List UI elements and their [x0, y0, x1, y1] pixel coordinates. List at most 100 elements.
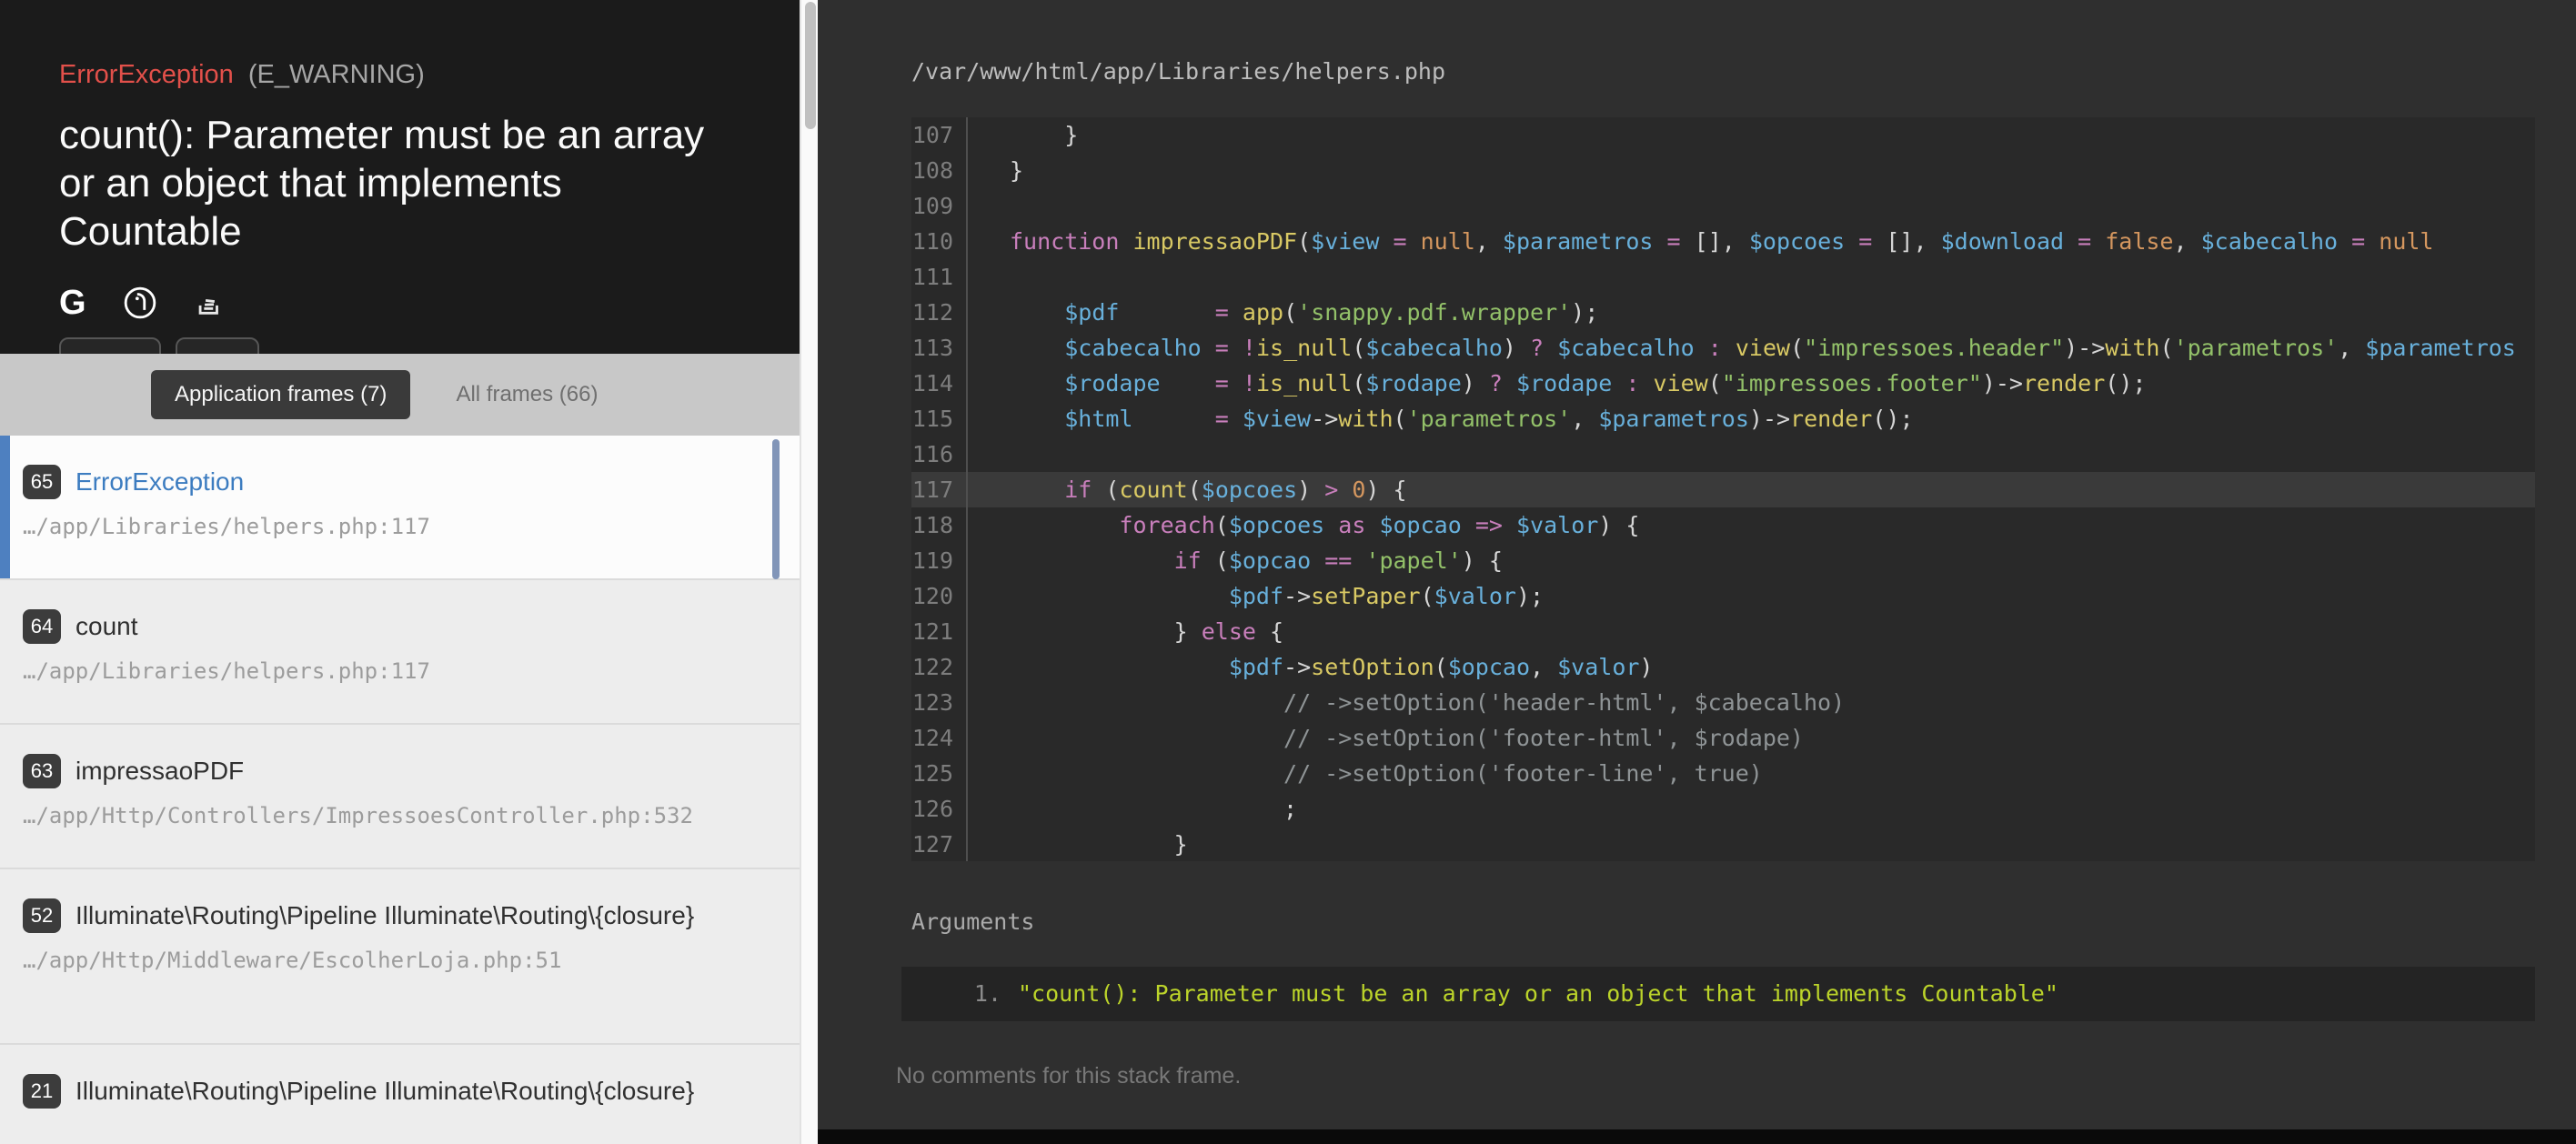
line-number: 115 [911, 401, 968, 437]
frame-path: …/app/Http/Middleware/EscolherLoja.php:5… [23, 948, 763, 973]
frames-tabbar: Application frames (7) All frames (66) [0, 354, 800, 436]
frame-index-badge: 64 [23, 609, 61, 644]
tab-application-frames[interactable]: Application frames (7) [151, 370, 410, 419]
line-number: 120 [911, 578, 968, 614]
next-section-strip [818, 1129, 2576, 1144]
code-line: 121 } else { [911, 614, 2535, 649]
code-text [968, 259, 1010, 295]
exception-label: ErrorException (E_WARNING) [59, 60, 740, 89]
frame-title: count [75, 609, 138, 643]
line-number: 107 [911, 117, 968, 153]
code-line: 123 // ->setOption('header-html', $cabec… [911, 685, 2535, 720]
line-number: 113 [911, 330, 968, 366]
code-line: 125 // ->setOption('footer-line', true) [911, 756, 2535, 791]
frame-item-21[interactable]: 21 Illuminate\Routing\Pipeline Illuminat… [0, 1045, 800, 1144]
line-number: 126 [911, 791, 968, 827]
line-number: 112 [911, 295, 968, 330]
code-text: $pdf->setPaper($valor); [968, 578, 1544, 614]
line-number: 114 [911, 366, 968, 401]
frame-item-65[interactable]: 65 ErrorException …/app/Libraries/helper… [0, 436, 800, 580]
code-lines: 107 }108}109110function impressaoPDF($vi… [911, 117, 2535, 861]
error-message: count(): Parameter must be an array or a… [59, 111, 737, 256]
frame-item-52[interactable]: 52 Illuminate\Routing\Pipeline Illuminat… [0, 869, 800, 1045]
file-path: /var/www/html/app/Libraries/helpers.php [818, 0, 2576, 85]
exception-class: ErrorException [59, 60, 234, 89]
code-text: // ->setOption('footer-line', true) [968, 756, 1763, 791]
header-button-1[interactable] [59, 337, 161, 354]
code-text: ; [968, 791, 1297, 827]
code-text: // ->setOption('header-html', $cabecalho… [968, 685, 1845, 720]
code-text: if (count($opcoes) > 0) { [968, 472, 1407, 507]
search-links: G [59, 283, 740, 323]
frame-title: impressaoPDF [75, 754, 244, 788]
frame-title: Illuminate\Routing\Pipeline Illuminate\R… [75, 1074, 694, 1108]
code-text: $html = $view->with('parametros', $param… [968, 401, 1914, 437]
code-text: // ->setOption('footer-html', $rodape) [968, 720, 1804, 756]
stackoverflow-icon[interactable] [194, 287, 225, 318]
code-text [968, 188, 1010, 224]
frame-path: …/app/Libraries/helpers.php:117 [23, 658, 763, 684]
google-icon[interactable]: G [59, 284, 86, 323]
left-panel: ErrorException (E_WARNING) count(): Para… [0, 0, 800, 1144]
code-line: 122 $pdf->setOption($opcao, $valor) [911, 649, 2535, 685]
frame-index-badge: 63 [23, 754, 61, 788]
arguments-box: 1. "count(): Parameter must be an array … [901, 967, 2535, 1021]
code-line: 112 $pdf = app('snappy.pdf.wrapper'); [911, 295, 2535, 330]
code-text: } else { [968, 614, 1283, 649]
frame-title: ErrorException [75, 465, 244, 498]
code-text: } [968, 153, 1023, 188]
code-block: 107 }108}109110function impressaoPDF($vi… [911, 117, 2535, 861]
line-number: 123 [911, 685, 968, 720]
code-line: 127 } [911, 827, 2535, 861]
code-text [968, 437, 1010, 472]
code-line: 118 foreach($opcoes as $opcao => $valor)… [911, 507, 2535, 543]
code-line: 115 $html = $view->with('parametros', $p… [911, 401, 2535, 437]
frame-index-badge: 21 [23, 1074, 61, 1109]
line-number: 110 [911, 224, 968, 259]
frame-title: Illuminate\Routing\Pipeline Illuminate\R… [75, 898, 694, 932]
frames-list: 65 ErrorException …/app/Libraries/helper… [0, 436, 800, 1144]
argument-value: "count(): Parameter must be an array or … [1018, 978, 2058, 1010]
line-number: 117 [911, 472, 968, 507]
frame-index-badge: 52 [23, 898, 61, 933]
code-text: if ($opcao == 'papel') { [968, 543, 1503, 578]
line-number: 109 [911, 188, 968, 224]
page-scrollbar[interactable] [800, 0, 818, 1144]
code-text: } [968, 117, 1078, 153]
duckduckgo-icon[interactable] [123, 286, 157, 320]
line-number: 125 [911, 756, 968, 791]
line-number: 127 [911, 827, 968, 861]
line-number: 116 [911, 437, 968, 472]
code-text: $pdf->setOption($opcao, $valor) [968, 649, 1653, 685]
exception-header: ErrorException (E_WARNING) count(): Para… [0, 0, 800, 354]
code-text: foreach($opcoes as $opcao => $valor) { [968, 507, 1639, 543]
frames-scrollbar-thumb[interactable] [772, 439, 780, 579]
tab-all-frames[interactable]: All frames (66) [456, 382, 598, 407]
line-number: 108 [911, 153, 968, 188]
code-line: 114 $rodape = !is_null($rodape) ? $rodap… [911, 366, 2535, 401]
code-text: } [968, 827, 1188, 861]
code-line: 111 [911, 259, 2535, 295]
frame-item-64[interactable]: 64 count …/app/Libraries/helpers.php:117 [0, 580, 800, 725]
code-line: 124 // ->setOption('footer-html', $rodap… [911, 720, 2535, 756]
frame-index-badge: 65 [23, 465, 61, 499]
line-number: 122 [911, 649, 968, 685]
code-text: $pdf = app('snappy.pdf.wrapper'); [968, 295, 1598, 330]
code-line: 113 $cabecalho = !is_null($cabecalho) ? … [911, 330, 2535, 366]
code-line: 120 $pdf->setPaper($valor); [911, 578, 2535, 614]
code-line: 107 } [911, 117, 2535, 153]
code-text: $cabecalho = !is_null($cabecalho) ? $cab… [968, 330, 2516, 366]
page-scrollbar-thumb[interactable] [805, 2, 816, 129]
header-button-2[interactable] [176, 337, 259, 354]
active-frame-indicator [0, 436, 10, 578]
line-number: 118 [911, 507, 968, 543]
frame-path: …/app/Http/Controllers/ImpressoesControl… [23, 803, 763, 828]
code-panel: /var/www/html/app/Libraries/helpers.php … [818, 0, 2576, 1144]
code-text: $rodape = !is_null($rodape) ? $rodape : … [968, 366, 2146, 401]
code-line: 116 [911, 437, 2535, 472]
code-line: 110function impressaoPDF($view = null, $… [911, 224, 2535, 259]
frame-item-63[interactable]: 63 impressaoPDF …/app/Http/Controllers/I… [0, 725, 800, 869]
whoops-error-page: ErrorException (E_WARNING) count(): Para… [0, 0, 2576, 1144]
line-number: 121 [911, 614, 968, 649]
line-number: 124 [911, 720, 968, 756]
